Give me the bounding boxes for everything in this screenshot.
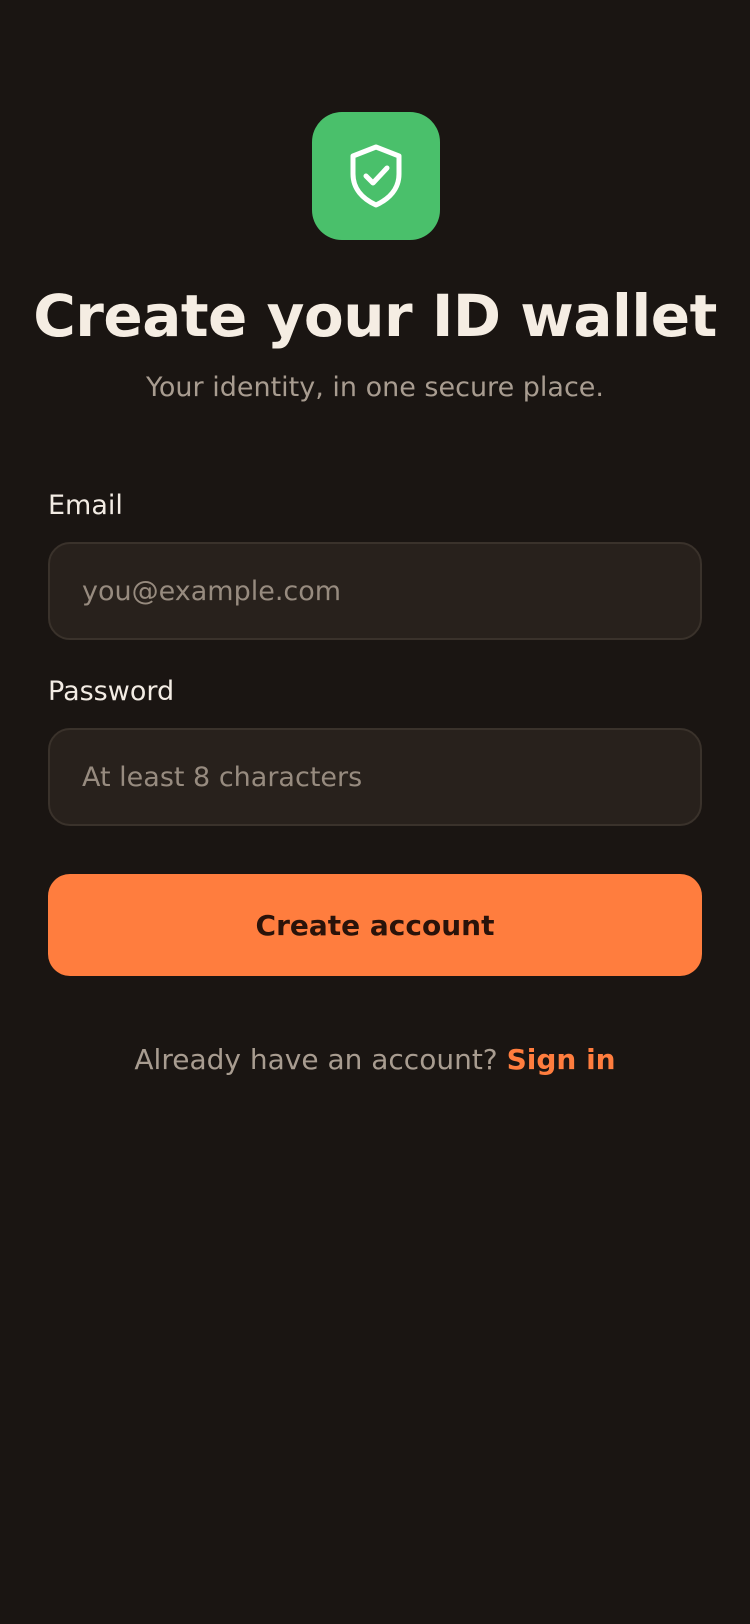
sign-in-link[interactable]: Sign in	[507, 1043, 616, 1076]
email-label: Email	[48, 490, 123, 521]
password-field[interactable]	[48, 728, 702, 826]
password-label: Password	[48, 676, 175, 707]
signup-screen: Create your ID wallet Your identity, in …	[0, 0, 750, 1624]
signin-prompt-text: Already have an account?	[134, 1043, 498, 1076]
create-account-button[interactable]: Create account	[48, 874, 702, 976]
signin-prompt: Already have an account? Sign in	[0, 1040, 750, 1080]
page-title: Create your ID wallet	[33, 282, 717, 350]
page-subtitle: Your identity, in one secure place.	[146, 372, 604, 403]
app-logo	[312, 112, 440, 240]
email-field[interactable]	[48, 542, 702, 640]
shield-check-icon	[350, 144, 402, 208]
